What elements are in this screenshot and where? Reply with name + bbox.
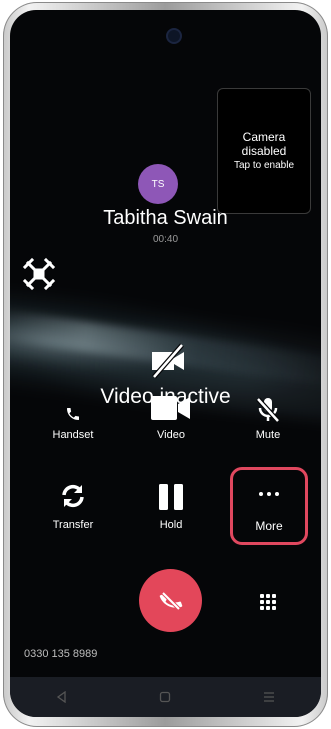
more-dots-icon bbox=[259, 492, 279, 496]
refresh-icon bbox=[62, 484, 84, 508]
mic-off-icon bbox=[256, 397, 280, 423]
video-label: Video bbox=[157, 429, 185, 441]
hold-label: Hold bbox=[159, 519, 183, 531]
navigation-bar bbox=[10, 677, 321, 717]
home-icon bbox=[160, 691, 171, 703]
keypad-icon[interactable] bbox=[258, 593, 278, 611]
camera-status: disabled bbox=[241, 144, 287, 158]
transfer-label: Transfer bbox=[52, 519, 94, 531]
nav-back-button[interactable] bbox=[47, 685, 77, 709]
avatar: TS bbox=[138, 164, 178, 204]
call-timer: 00:40 bbox=[152, 234, 179, 245]
more-label: More bbox=[255, 519, 283, 533]
handset-label: Handset bbox=[52, 429, 94, 441]
camera-hint: Tap to enable bbox=[233, 160, 295, 171]
pause-icon bbox=[159, 484, 183, 510]
camera-label: Camera bbox=[242, 130, 286, 144]
nav-home-button[interactable] bbox=[150, 685, 180, 709]
call-screen: Camera disabled Tap to enable TS Tabitha… bbox=[10, 10, 321, 717]
nav-recents-button[interactable] bbox=[254, 685, 284, 709]
camera-preview[interactable]: Camera disabled Tap to enable bbox=[217, 88, 311, 214]
more-button[interactable]: More bbox=[229, 477, 309, 533]
end-call-icon bbox=[159, 591, 182, 610]
video-off-icon bbox=[152, 343, 184, 379]
caller-name: Tabitha Swain bbox=[103, 207, 228, 229]
end-call-button[interactable] bbox=[139, 569, 202, 632]
handset-button[interactable]: Handset bbox=[33, 400, 113, 446]
mute-button[interactable]: Mute bbox=[228, 394, 308, 446]
video-button[interactable]: Video bbox=[131, 394, 211, 446]
avatar-initials: TS bbox=[151, 178, 165, 190]
phone-number: 0330 135 8989 bbox=[24, 648, 98, 660]
video-icon bbox=[151, 396, 190, 420]
front-camera bbox=[168, 30, 180, 42]
transfer-button[interactable]: Transfer bbox=[33, 477, 113, 533]
recents-icon bbox=[264, 692, 275, 702]
crossed-tools-icon[interactable] bbox=[22, 257, 56, 291]
mute-label: Mute bbox=[255, 429, 281, 441]
hold-button[interactable]: Hold bbox=[131, 477, 211, 533]
back-icon bbox=[56, 691, 66, 703]
phone-icon bbox=[67, 408, 79, 420]
